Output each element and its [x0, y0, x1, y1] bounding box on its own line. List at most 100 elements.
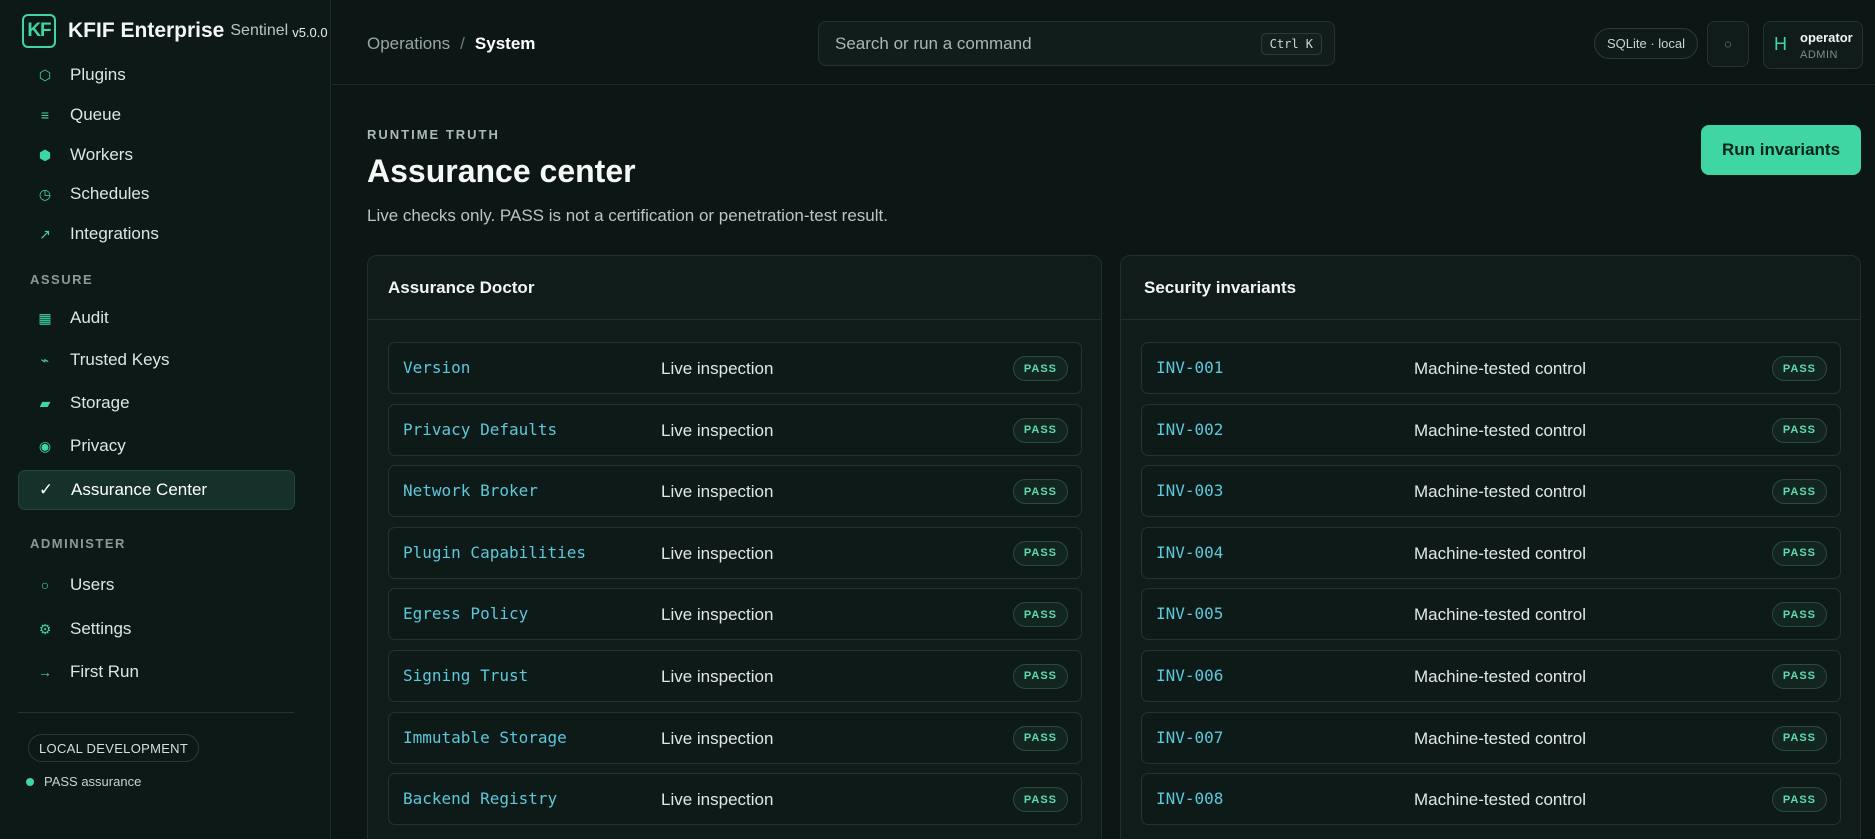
check-name: Immutable Storage: [403, 727, 567, 747]
invariant-id: INV-002: [1156, 419, 1224, 439]
status-badge: PASS: [1012, 356, 1068, 381]
invariants-list: INV-001 Machine-tested control PASS INV-…: [1121, 320, 1860, 826]
page-subtitle: Live checks only. PASS is not a certific…: [367, 206, 888, 225]
sidebar-item-assurance-center[interactable]: ✓ Assurance Center: [18, 470, 295, 510]
arrow-right-icon: →: [38, 664, 52, 680]
check-description: Live inspection: [661, 666, 774, 686]
database-badge: SQLite · local: [1594, 28, 1699, 59]
sidebar-item-first-run[interactable]: → First Run: [18, 652, 295, 692]
sidebar-item-audit[interactable]: ▦ Audit: [18, 298, 295, 338]
key-icon: ⌁: [40, 351, 50, 368]
breadcrumb-system: System: [474, 34, 536, 53]
invariant-description: Machine-tested control: [1414, 420, 1586, 440]
check-name: Backend Registry: [403, 789, 558, 809]
sidebar-item-integrations[interactable]: ↗ Integrations: [18, 214, 295, 254]
status-badge: PASS: [1771, 663, 1827, 689]
sidebar: KF KFIF Enterprise Sentinel v5.0.0 ⬡ Plu…: [0, 0, 331, 839]
status-dot-icon: [26, 777, 34, 786]
storage-icon: ▰: [39, 394, 51, 411]
sidebar-item-trusted-keys[interactable]: ⌁ Trusted Keys: [18, 340, 295, 380]
status-badge: PASS: [1012, 540, 1068, 566]
status-badge: PASS: [1012, 417, 1068, 443]
environment-badge: LOCAL DEVELOPMENT: [28, 734, 200, 762]
sidebar-item-workers[interactable]: ⬢ Workers: [18, 135, 295, 175]
brand-version: v5.0.0: [292, 25, 328, 40]
arrow-up-right-icon: ↗: [39, 225, 51, 242]
list-item[interactable]: Immutable Storage Live inspection PASS: [388, 711, 1082, 764]
status-badge: PASS: [1012, 602, 1068, 628]
list-icon: ≡: [40, 107, 50, 123]
list-item[interactable]: Plugin Capabilities Live inspection PASS: [388, 526, 1082, 579]
invariant-description: Machine-tested control: [1414, 728, 1586, 748]
invariant-description: Machine-tested control: [1414, 482, 1586, 502]
invariant-id: INV-003: [1156, 481, 1224, 501]
sidebar-item-label: Audit: [70, 308, 109, 327]
sidebar-item-plugins[interactable]: ⬡ Plugins: [18, 55, 295, 95]
check-description: Live inspection: [661, 728, 774, 748]
sidebar-item-label: Storage: [70, 393, 130, 412]
status-badge: PASS: [1771, 725, 1827, 751]
run-invariants-button[interactable]: Run invariants: [1701, 125, 1861, 175]
check-description: Live inspection: [661, 790, 774, 810]
status-badge: PASS: [1771, 479, 1827, 505]
check-description: Live inspection: [661, 543, 774, 563]
brand-name: KFIF Enterprise: [68, 19, 225, 42]
invariant-id: INV-007: [1156, 727, 1224, 747]
target-icon: ◉: [38, 437, 52, 454]
assurance-doctor-panel: Assurance Doctor Version Live inspection…: [367, 255, 1102, 839]
sidebar-item-schedules[interactable]: ◷ Schedules: [18, 174, 295, 214]
assurance-status: PASS assurance: [26, 774, 141, 789]
list-item[interactable]: INV-006 Machine-tested control PASS: [1141, 649, 1841, 702]
divider: [18, 712, 294, 713]
brand[interactable]: KF KFIF Enterprise Sentinel v5.0.0: [22, 14, 328, 48]
list-item[interactable]: INV-005 Machine-tested control PASS: [1141, 588, 1841, 641]
invariant-description: Machine-tested control: [1414, 605, 1586, 625]
breadcrumb-operations[interactable]: Operations: [367, 34, 450, 54]
list-item[interactable]: INV-002 Machine-tested control PASS: [1141, 403, 1841, 456]
sidebar-item-settings[interactable]: ⚙ Settings: [18, 609, 295, 649]
sidebar-item-privacy[interactable]: ◉ Privacy: [18, 426, 295, 466]
invariant-description: Machine-tested control: [1414, 543, 1586, 563]
gear-icon: ⚙: [38, 620, 52, 637]
sidebar-item-label: Integrations: [70, 224, 159, 243]
check-icon: ✓: [38, 480, 54, 499]
check-name: Plugin Capabilities: [403, 542, 587, 562]
list-item[interactable]: INV-003 Machine-tested control PASS: [1141, 465, 1841, 518]
list-item[interactable]: Version Live inspection PASS: [388, 342, 1082, 394]
search-input[interactable]: [819, 22, 1259, 65]
invariant-id: INV-001: [1156, 358, 1224, 377]
brand-logo: KF: [22, 14, 56, 48]
assurance-status-text: PASS assurance: [44, 774, 142, 789]
command-search[interactable]: Ctrl K: [818, 21, 1335, 66]
sidebar-item-queue[interactable]: ≡ Queue: [18, 95, 295, 135]
list-item[interactable]: Privacy Defaults Live inspection PASS: [388, 403, 1082, 456]
grid-icon: ▦: [38, 309, 52, 326]
invariant-id: INV-006: [1156, 665, 1224, 685]
sidebar-item-storage[interactable]: ▰ Storage: [18, 383, 295, 423]
list-item[interactable]: Signing Trust Live inspection PASS: [388, 649, 1082, 702]
invariant-description: Machine-tested control: [1414, 666, 1586, 686]
status-badge: PASS: [1771, 417, 1827, 443]
page-title: Assurance center: [367, 153, 636, 189]
clock-icon: ◷: [38, 185, 52, 202]
list-item[interactable]: Network Broker Live inspection PASS: [388, 465, 1082, 518]
list-item[interactable]: INV-007 Machine-tested control PASS: [1141, 711, 1841, 764]
user-menu[interactable]: H operator ADMIN: [1763, 21, 1863, 69]
status-badge: PASS: [1771, 540, 1827, 566]
sidebar-item-users[interactable]: ○ Users: [18, 565, 295, 605]
list-item[interactable]: Backend Registry Live inspection PASS: [388, 773, 1082, 826]
breadcrumb: Operations / System: [367, 34, 535, 54]
list-item[interactable]: Egress Policy Live inspection PASS: [388, 588, 1082, 641]
refresh-icon: ◌: [1724, 37, 1732, 51]
section-assure: ASSURE: [30, 272, 94, 287]
list-item[interactable]: INV-001 Machine-tested control PASS: [1141, 342, 1841, 394]
section-administer: ADMINISTER: [30, 536, 126, 551]
check-name: Signing Trust: [403, 665, 529, 685]
status-badge: PASS: [1771, 356, 1827, 381]
list-item[interactable]: INV-008 Machine-tested control PASS: [1141, 773, 1841, 826]
sidebar-item-label: Schedules: [70, 184, 150, 203]
user-name: operator: [1800, 30, 1853, 45]
list-item[interactable]: INV-004 Machine-tested control PASS: [1141, 526, 1841, 579]
check-description: Live inspection: [661, 482, 774, 502]
refresh-button[interactable]: ◌: [1707, 21, 1749, 67]
